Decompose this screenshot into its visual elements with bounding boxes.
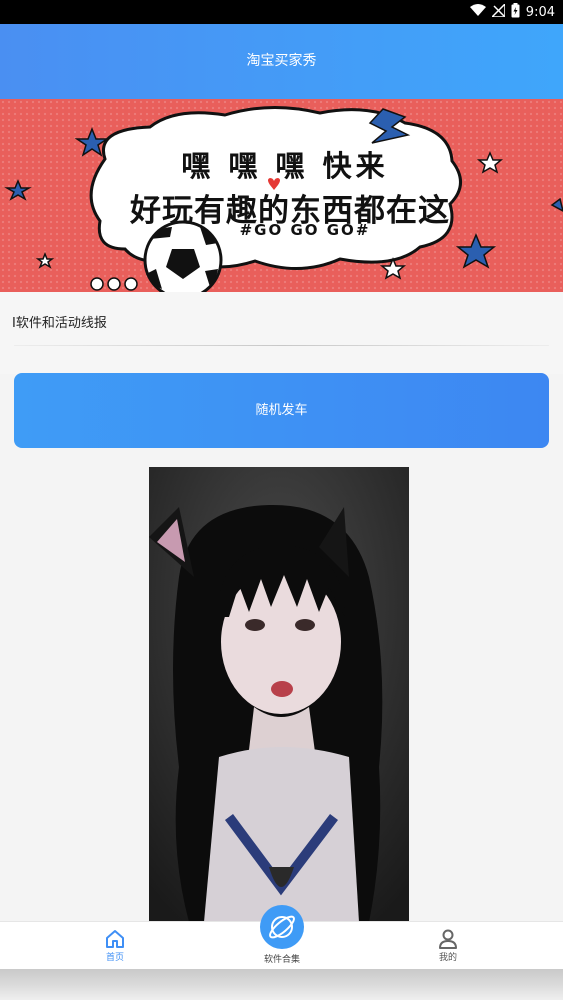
tab-mine[interactable]: 我的 (388, 922, 508, 970)
star-shape (550, 197, 563, 212)
planet-icon (269, 915, 295, 939)
promo-banner[interactable]: 嘿 嘿 嘿 快来 好玩有趣的东西都在这 #GO GO GO# (0, 99, 563, 292)
tab-home[interactable]: 首页 (55, 922, 175, 970)
home-icon (106, 930, 124, 948)
bottom-shadow-strip (0, 969, 563, 1000)
wifi-icon (469, 4, 486, 20)
divider (14, 345, 549, 346)
user-icon (439, 929, 457, 949)
star-shape (476, 151, 504, 174)
news-notice[interactable]: I软件和活动线报 (0, 292, 563, 374)
notice-text: I软件和活动线报 (12, 316, 107, 331)
star-shape (455, 233, 497, 269)
banner-headline: 嘿 嘿 嘿 快来 (181, 149, 389, 183)
status-time: 9:04 (525, 4, 555, 20)
banner-hashtag: #GO GO GO# (239, 221, 371, 239)
photo-image (149, 467, 409, 922)
center-tab-circle (260, 905, 304, 949)
star-shape (4, 179, 32, 201)
content-photo[interactable] (149, 467, 409, 922)
tab-home-label: 首页 (105, 953, 124, 963)
star-shape (35, 251, 55, 269)
soccer-ball (143, 220, 223, 292)
tab-software-collection[interactable]: 软件合集 (222, 905, 342, 969)
tab-software-collection-label: 软件合集 (263, 955, 300, 965)
page-header: 淘宝买家秀 (0, 24, 563, 99)
random-ride-button[interactable]: 随机发车 (14, 373, 549, 448)
status-bar: 9:04 (0, 0, 563, 24)
tab-mine-label: 我的 (438, 953, 457, 963)
battery-icon (511, 2, 520, 22)
page-title: 淘宝买家秀 (246, 53, 317, 69)
status-icons: 9:04 (469, 0, 555, 24)
signal-icon (489, 1, 506, 21)
